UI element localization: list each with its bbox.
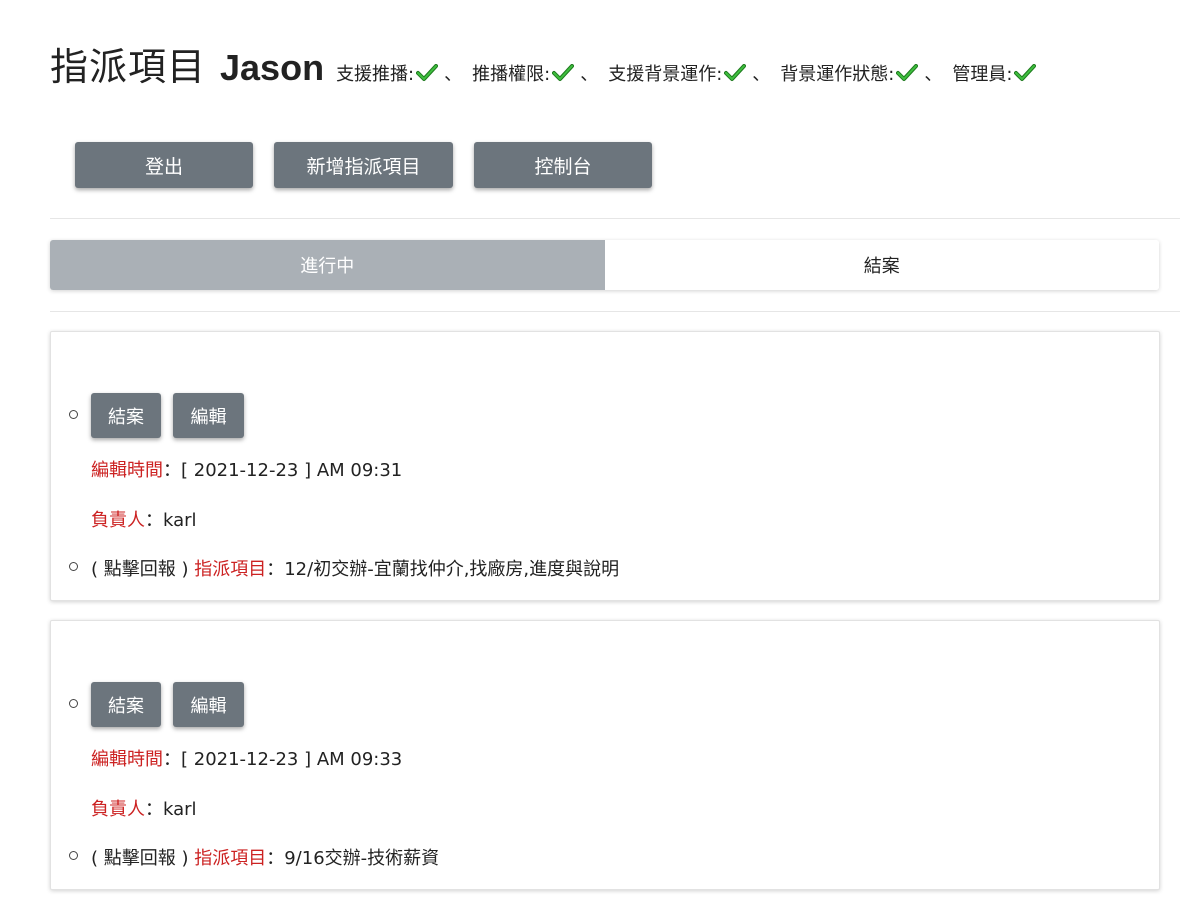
list-bullet (69, 410, 78, 419)
status-tabs: 進行中 結案 (50, 240, 1159, 290)
tab-in-progress[interactable]: 進行中 (50, 240, 605, 290)
assignment-value: ：12/初交辦-宜蘭找仲介,找廠房,進度與說明 (266, 559, 620, 580)
user-name: Jason (220, 47, 325, 88)
edit-time-value: ：[ 2021-12-23 ] AM 09:31 (163, 460, 403, 481)
separator: 、 (444, 64, 463, 85)
capability-admin: 管理員: (952, 60, 1037, 86)
edit-time-row: 編輯時間：[ 2021-12-23 ] AM 09:33 (91, 745, 402, 771)
list-bullet (69, 699, 78, 708)
capability-label: 支援背景運作: (608, 64, 723, 85)
close-case-button[interactable]: 結案 (91, 393, 161, 438)
check-icon (1014, 64, 1037, 81)
assignment-value: ：9/16交辦-技術薪資 (266, 848, 440, 869)
check-icon (416, 64, 439, 81)
list-bullet (69, 562, 78, 571)
capability-push-permission: 推播權限: (472, 60, 575, 86)
page-header: 指派項目 Jason 支援推播: 、 推播權限: 、 支援背景運作: 、 背景運… (50, 36, 1037, 91)
owner-row: 負責人：karl (91, 506, 197, 532)
assignment-label: 指派項目 (194, 559, 267, 580)
tab-closed[interactable]: 結案 (604, 240, 1159, 290)
assignment-card: 結案 編輯 編輯時間：[ 2021-12-23 ] AM 09:33 負責人：k… (50, 620, 1160, 890)
owner-value: ：karl (145, 799, 197, 820)
edit-time-row: 編輯時間：[ 2021-12-23 ] AM 09:31 (91, 456, 402, 482)
check-icon (724, 64, 747, 81)
separator: 、 (580, 64, 599, 85)
edit-time-label: 編輯時間 (91, 460, 163, 481)
console-button[interactable]: 控制台 (474, 142, 652, 188)
separator: 、 (924, 64, 943, 85)
add-assignment-button[interactable]: 新增指派項目 (274, 142, 453, 188)
assignment-label: 指派項目 (194, 848, 267, 869)
close-case-button[interactable]: 結案 (91, 682, 161, 727)
owner-label: 負責人 (91, 510, 145, 531)
report-row[interactable]: ( 點擊回報 ) 指派項目：12/初交辦-宜蘭找仲介,找廠房,進度與說明 (91, 555, 619, 581)
owner-value: ：karl (145, 510, 197, 531)
capability-label: 推播權限: (472, 64, 551, 85)
capability-background-support: 支援背景運作: (608, 60, 747, 86)
edit-button[interactable]: 編輯 (173, 682, 244, 727)
check-icon (896, 64, 919, 81)
edit-time-value: ：[ 2021-12-23 ] AM 09:33 (163, 749, 403, 770)
logout-button[interactable]: 登出 (75, 142, 253, 188)
owner-label: 負責人 (91, 799, 145, 820)
report-link[interactable]: ( 點擊回報 ) (91, 559, 189, 580)
report-link[interactable]: ( 點擊回報 ) (91, 848, 189, 869)
capability-push-support: 支援推播: (336, 60, 439, 86)
capability-label: 背景運作狀態: (780, 64, 895, 85)
list-bullet (69, 851, 78, 860)
capabilities-list: 支援推播: 、 推播權限: 、 支援背景運作: 、 背景運作狀態: 、 管理員: (336, 60, 1037, 86)
owner-row: 負責人：karl (91, 795, 197, 821)
page: 指派項目 Jason 支援推播: 、 推播權限: 、 支援背景運作: 、 背景運… (0, 0, 1200, 902)
edit-button[interactable]: 編輯 (173, 393, 244, 438)
report-row[interactable]: ( 點擊回報 ) 指派項目：9/16交辦-技術薪資 (91, 844, 439, 870)
capability-label: 支援推播: (336, 64, 415, 85)
edit-time-label: 編輯時間 (91, 749, 163, 770)
check-icon (552, 64, 575, 81)
divider (50, 218, 1180, 219)
capability-background-status: 背景運作狀態: (780, 60, 919, 86)
assignment-card: 結案 編輯 編輯時間：[ 2021-12-23 ] AM 09:31 負責人：k… (50, 331, 1160, 601)
divider (50, 311, 1180, 312)
separator: 、 (752, 64, 771, 85)
capability-label: 管理員: (952, 64, 1013, 85)
page-title: 指派項目 (50, 45, 207, 89)
